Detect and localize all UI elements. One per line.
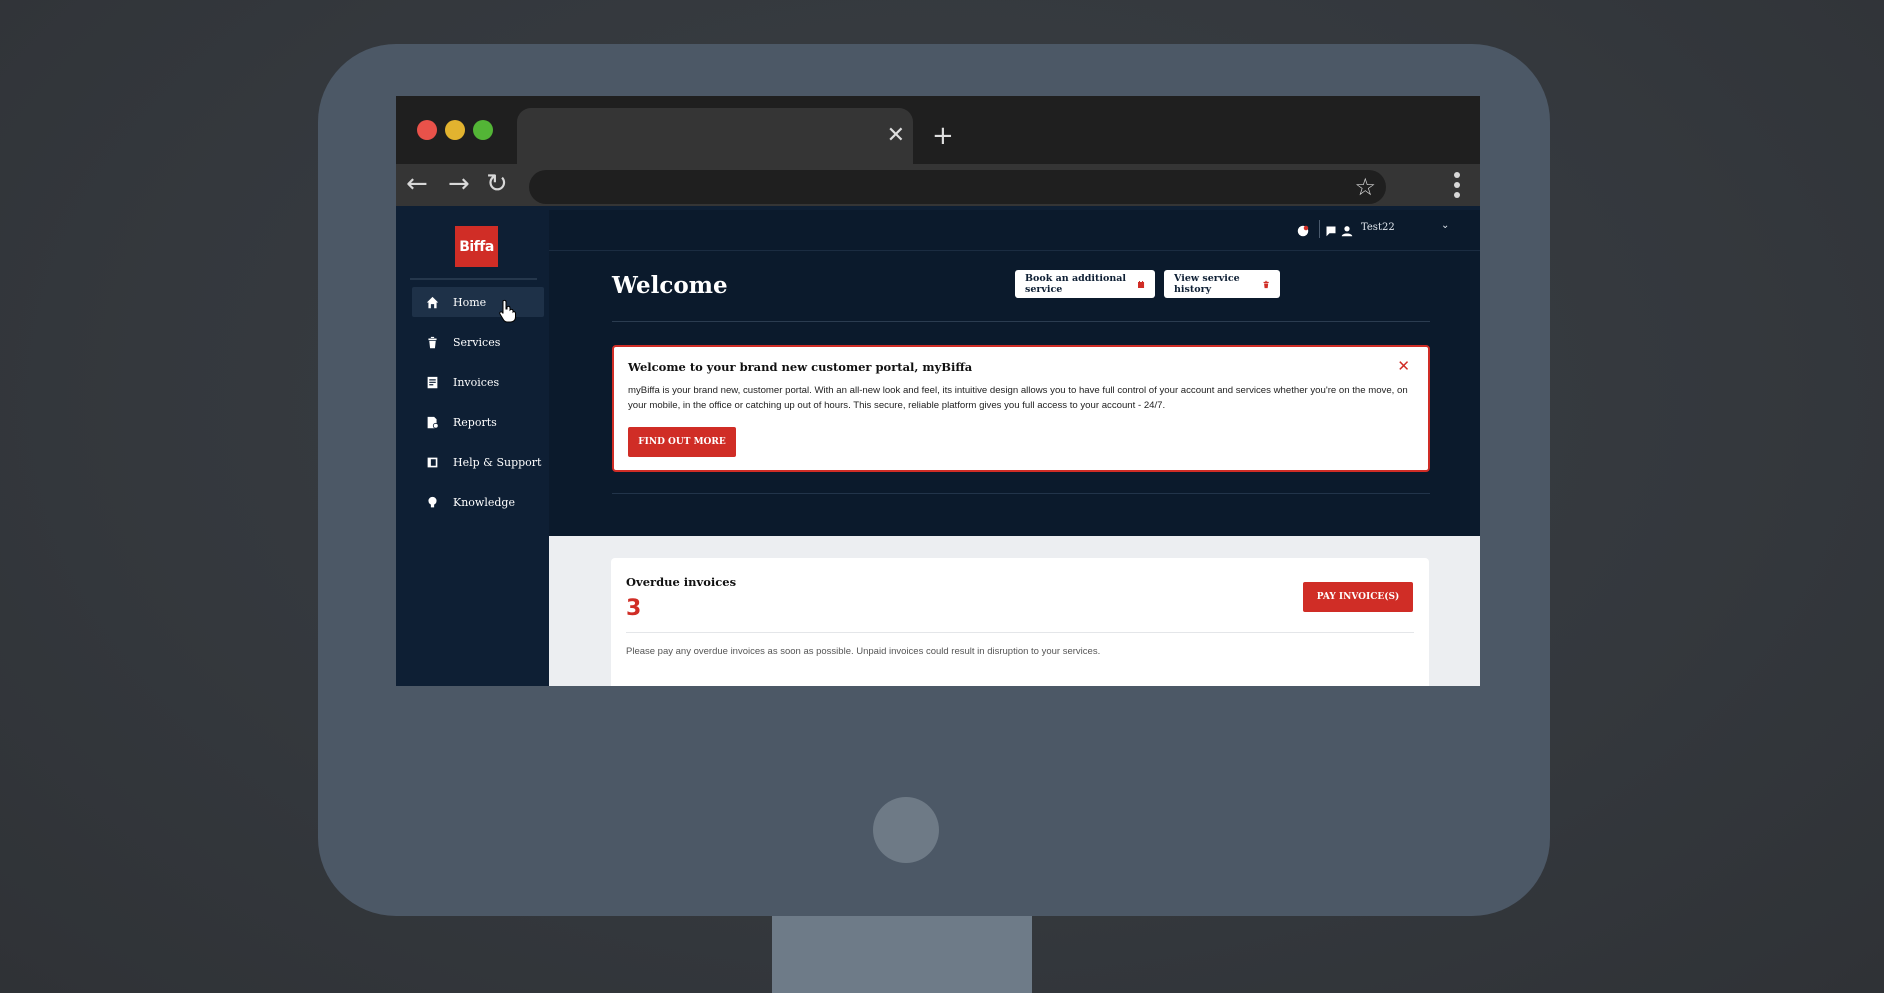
window-maximize-button[interactable]	[473, 120, 493, 140]
header-divider	[612, 321, 1430, 322]
page-title: Welcome	[612, 272, 728, 299]
sidebar-item-knowledge[interactable]: Knowledge	[412, 487, 544, 517]
power-button	[873, 797, 939, 863]
alert-title: Welcome to your brand new customer porta…	[628, 360, 973, 374]
alert-body: myBiffa is your brand new, customer port…	[628, 385, 1408, 411]
browser-menu-icon[interactable]	[1454, 172, 1460, 202]
pay-invoices-button[interactable]: PAY INVOICE(S)	[1303, 582, 1413, 612]
browser-tab[interactable]: ✕	[517, 108, 913, 164]
address-bar[interactable]: ☆	[529, 170, 1386, 204]
browser-tab-bar: ✕ +	[396, 96, 1480, 164]
bin-icon	[1263, 280, 1269, 288]
sidebar-divider	[410, 278, 537, 280]
portal-app: Biffa Home Services Invoices Reports Hel…	[396, 210, 1480, 686]
browser-toolbar: ← → ↻ ☆	[396, 164, 1480, 206]
sidebar-item-help-support[interactable]: Help & Support	[412, 447, 544, 477]
biffa-logo[interactable]: Biffa	[455, 226, 498, 267]
monitor-screen: ✕ + ← → ↻ ☆ Biffa Home Services Invoices…	[396, 96, 1480, 686]
find-out-more-button[interactable]: FIND OUT MORE	[628, 427, 736, 457]
chevron-down-icon[interactable]: ⌄	[1441, 220, 1449, 231]
help-icon	[425, 455, 439, 469]
bin-icon	[425, 335, 439, 349]
dashboard-content: Overdue invoices 3 PAY INVOICE(S) Please…	[549, 536, 1480, 686]
sidebar-item-label: Invoices	[453, 375, 500, 389]
section-divider	[612, 493, 1430, 494]
messages-icon[interactable]	[1325, 222, 1339, 237]
welcome-alert: Welcome to your brand new customer porta…	[612, 345, 1430, 472]
window-minimize-button[interactable]	[445, 120, 465, 140]
user-name[interactable]: Test22	[1361, 222, 1395, 233]
history-button-label: View service history	[1174, 273, 1240, 295]
notifications-icon[interactable]	[1297, 222, 1311, 237]
home-icon	[425, 295, 439, 309]
sidebar-item-label: Reports	[453, 415, 497, 429]
back-arrow-icon[interactable]: ←	[406, 168, 428, 200]
book-additional-service-button[interactable]: Book an additional service	[1015, 270, 1155, 298]
sidebar-item-label: Knowledge	[453, 495, 515, 509]
window-close-button[interactable]	[417, 120, 437, 140]
report-icon	[425, 415, 439, 429]
overdue-invoices-card: Overdue invoices 3 PAY INVOICE(S) Please…	[611, 558, 1429, 686]
sidebar-item-home[interactable]: Home	[412, 287, 544, 317]
sidebar-item-reports[interactable]: Reports	[412, 407, 544, 437]
sidebar: Biffa Home Services Invoices Reports Hel…	[396, 210, 550, 686]
topbar-divider	[1319, 220, 1320, 238]
sidebar-item-label: Home	[453, 295, 487, 309]
overdue-note: Please pay any overdue invoices as soon …	[626, 646, 1101, 657]
top-bar: Test22 ⌄	[549, 210, 1480, 251]
reload-icon[interactable]: ↻	[486, 168, 508, 200]
overdue-count: 3	[626, 596, 642, 621]
card-title: Overdue invoices	[626, 575, 737, 589]
user-icon	[1341, 222, 1355, 237]
forward-arrow-icon[interactable]: →	[448, 168, 470, 200]
bookmark-star-icon[interactable]: ☆	[1354, 172, 1376, 202]
sidebar-item-invoices[interactable]: Invoices	[412, 367, 544, 397]
calendar-icon	[1137, 280, 1144, 288]
book-button-label: Book an additional service	[1025, 273, 1127, 295]
sidebar-item-label: Help & Support	[453, 455, 542, 469]
new-tab-icon[interactable]: +	[932, 122, 954, 150]
lightbulb-icon	[425, 495, 439, 509]
view-service-history-button[interactable]: View service history	[1164, 270, 1280, 298]
close-icon[interactable]: ✕	[1397, 357, 1410, 375]
tab-close-icon[interactable]: ✕	[887, 122, 905, 150]
card-divider	[626, 632, 1414, 633]
monitor-stand	[772, 916, 1032, 993]
invoice-icon	[425, 375, 439, 389]
sidebar-item-label: Services	[453, 335, 501, 349]
sidebar-item-services[interactable]: Services	[412, 327, 544, 357]
main-content: Test22 ⌄ Welcome Book an additional serv…	[549, 210, 1480, 686]
hand-pointer-icon	[499, 299, 516, 323]
